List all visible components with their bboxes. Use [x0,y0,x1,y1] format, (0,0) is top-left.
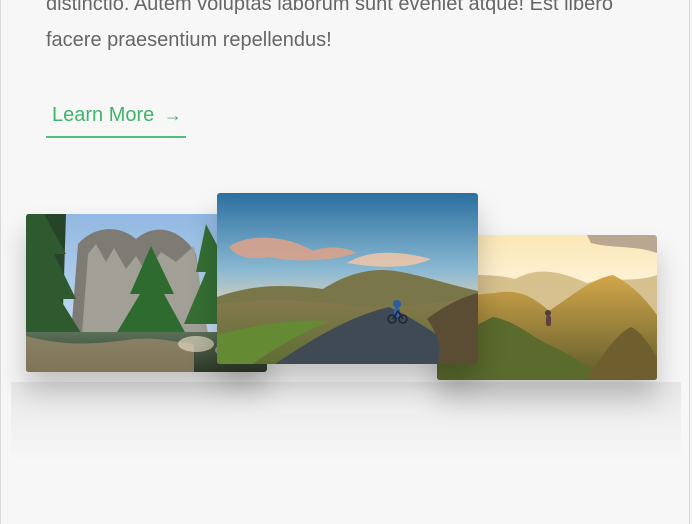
description-line-2: facere praesentium repellendus! [46,29,332,51]
learn-more-link[interactable]: Learn More → [46,96,186,138]
image-shadow [11,382,681,462]
cyclist-road-photo [217,193,478,364]
arrow-right-icon: → [163,105,182,125]
learn-more-label: Learn More [52,104,155,126]
description-line-1: distinctio. Autem voluptas laborum sunt … [46,0,613,15]
cyclist-road-image [217,193,478,364]
description-text: distinctio. Autem voluptas laborum sunt … [46,0,666,58]
content-panel: distinctio. Autem voluptas laborum sunt … [0,0,690,524]
